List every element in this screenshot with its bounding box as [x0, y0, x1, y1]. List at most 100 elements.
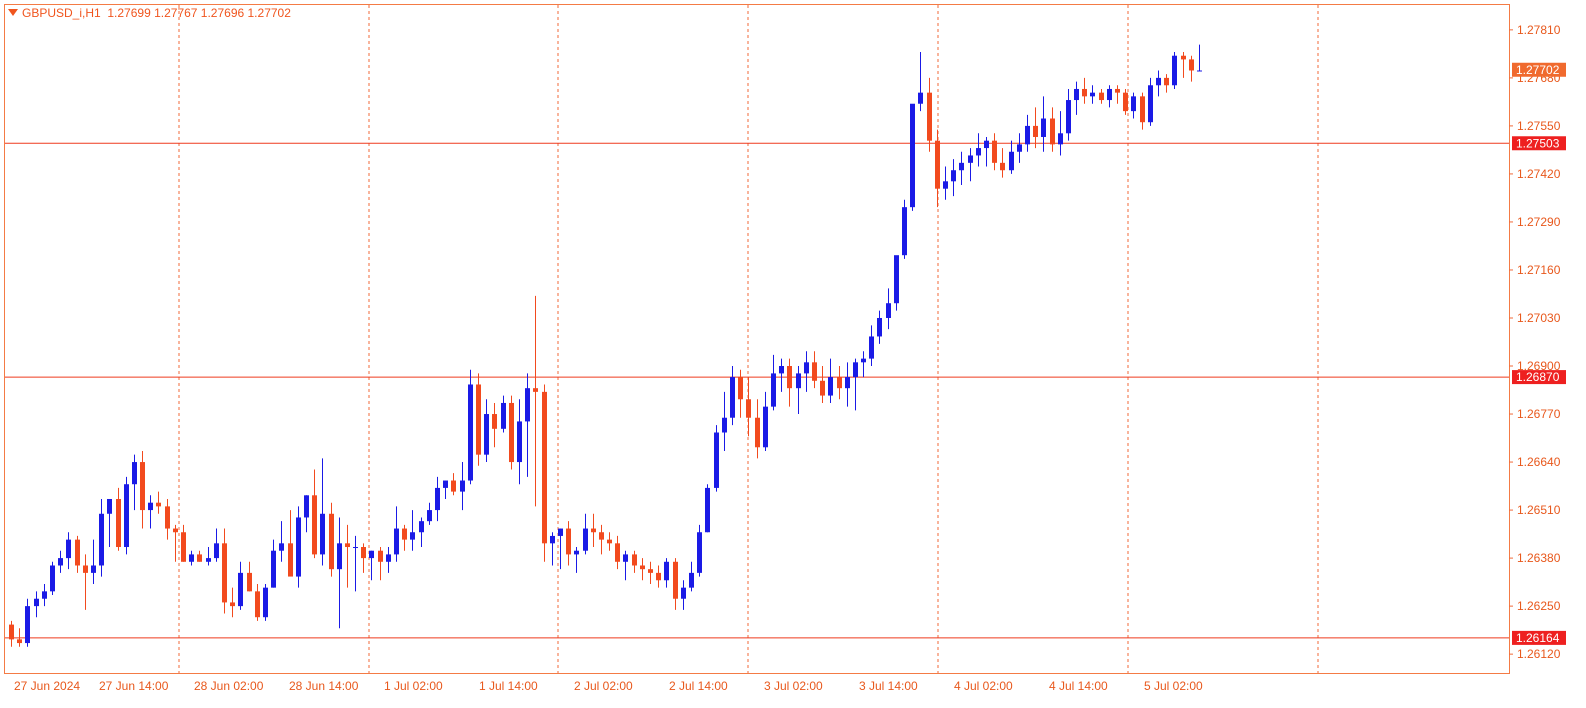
y-tick-label: 1.26640 — [1517, 455, 1561, 469]
candle-body — [206, 558, 211, 562]
candle-body — [853, 362, 858, 378]
candle-body — [509, 402, 514, 463]
candle — [550, 532, 555, 566]
candle-body — [34, 598, 39, 607]
candle-body — [50, 565, 55, 592]
candle — [787, 358, 792, 407]
candle-body — [1115, 88, 1120, 93]
candle — [763, 391, 768, 451]
candle — [353, 535, 358, 592]
candle-body — [369, 550, 374, 559]
candle-body — [976, 148, 981, 156]
candle-body — [214, 543, 219, 559]
candle-body — [664, 561, 669, 581]
candle — [271, 539, 276, 588]
candle — [451, 473, 456, 496]
y-tick-label: 1.27030 — [1517, 311, 1561, 325]
candle — [484, 399, 489, 463]
candle-body — [566, 528, 571, 555]
candle-body — [804, 362, 809, 374]
candle-body — [279, 543, 284, 551]
candle-body — [492, 414, 497, 429]
candle-body — [607, 539, 612, 544]
candle-body — [173, 528, 178, 533]
candle — [1082, 77, 1087, 104]
candle — [419, 517, 424, 548]
candle-body — [337, 543, 342, 570]
collapse-triangle-icon[interactable] — [8, 9, 18, 16]
y-tick-label: 1.27550 — [1517, 119, 1561, 133]
candle — [517, 399, 522, 485]
candle — [1090, 85, 1095, 104]
candle — [320, 458, 325, 566]
candle — [1156, 70, 1161, 97]
candle-body — [1156, 77, 1161, 86]
candle — [206, 547, 211, 566]
candle — [837, 366, 842, 400]
candle-body — [730, 377, 735, 418]
horizontal-lines[interactable] — [5, 142, 1509, 639]
candle — [697, 524, 702, 577]
candle — [796, 366, 801, 415]
candle-body — [312, 495, 317, 555]
candle-body — [140, 462, 145, 511]
candle-body — [156, 502, 161, 507]
candle — [705, 484, 710, 533]
candle — [1131, 92, 1136, 119]
candle-body — [361, 547, 366, 559]
candle — [927, 77, 932, 152]
candle-body — [1041, 118, 1046, 137]
candle — [1189, 55, 1194, 82]
candle-body — [353, 547, 358, 549]
candle-body — [435, 487, 440, 511]
candle-body — [697, 532, 702, 573]
candle-body — [165, 506, 170, 529]
candle-body — [345, 543, 350, 548]
x-tick-label: 3 Jul 02:00 — [764, 679, 823, 693]
candle — [1140, 92, 1145, 130]
candle — [288, 510, 293, 577]
time-axis: 27 Jun 2024 27 Jun 14:00 28 Jun 02:00 28 Ju… — [14, 679, 1203, 693]
candle-body — [1107, 88, 1112, 101]
candle — [107, 498, 112, 548]
candle-body — [460, 480, 465, 492]
candle — [771, 354, 776, 411]
candle — [296, 506, 301, 588]
candle-body — [705, 487, 710, 533]
candle-body — [386, 554, 391, 562]
candle — [656, 565, 661, 588]
candle — [58, 550, 63, 573]
candle-body — [992, 140, 997, 163]
candle-body — [148, 502, 153, 511]
candle — [132, 454, 137, 511]
candle — [681, 580, 686, 610]
candle — [304, 495, 309, 533]
candle-body — [968, 155, 973, 163]
candle — [591, 513, 596, 548]
candle-body — [1033, 125, 1038, 137]
candle-body — [1009, 151, 1014, 171]
candle-body — [771, 373, 776, 407]
candle-body — [83, 565, 88, 573]
candle-body — [1090, 92, 1095, 97]
candle-body — [779, 366, 784, 374]
candle-body — [329, 513, 334, 570]
candle-body — [599, 532, 604, 540]
candle — [492, 402, 497, 448]
x-tick-label: 4 Jul 02:00 — [954, 679, 1013, 693]
candle — [181, 524, 186, 562]
candle-body — [1123, 92, 1128, 112]
candle — [918, 52, 923, 112]
candle-body — [910, 103, 915, 208]
candle — [968, 148, 973, 182]
candle-body — [197, 554, 202, 562]
candle-body — [525, 388, 530, 422]
candle-body — [107, 498, 112, 514]
candlestick-chart[interactable]: 1.278101.276801.275501.274201.272901.271… — [0, 0, 1586, 708]
candle — [263, 583, 268, 621]
candle — [746, 377, 751, 437]
candle — [468, 369, 473, 485]
candle — [632, 550, 637, 573]
candle — [730, 366, 735, 426]
candle-body — [542, 391, 547, 544]
